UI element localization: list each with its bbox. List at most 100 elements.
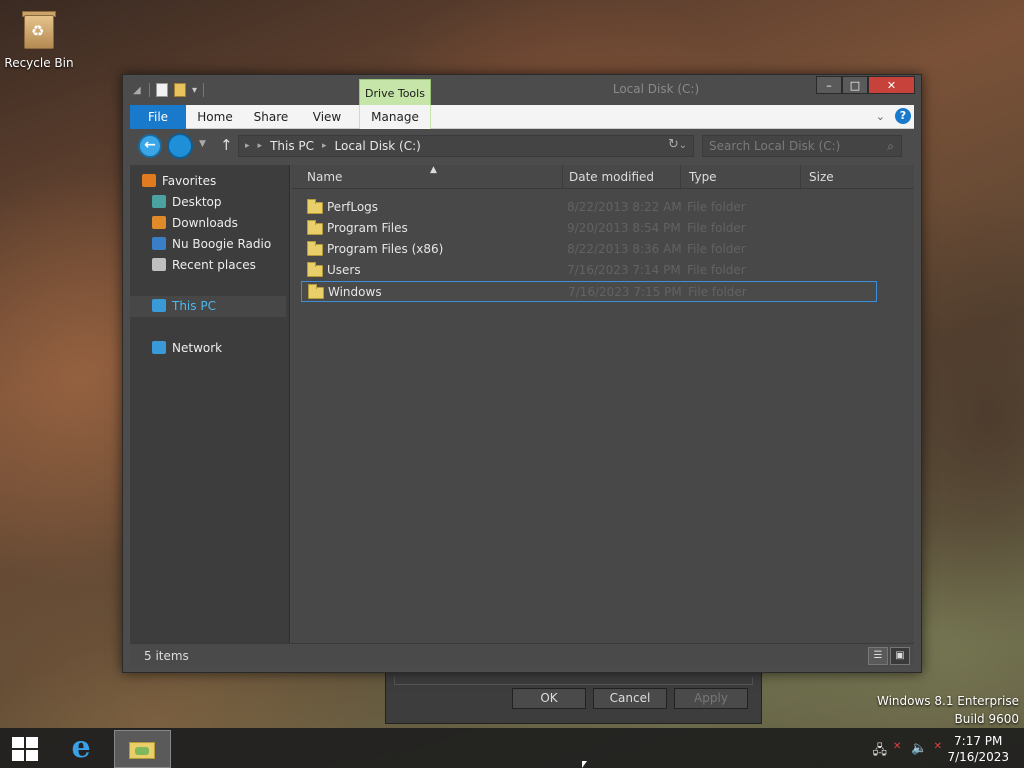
column-header-label: Name — [307, 170, 343, 184]
breadcrumb-separator-icon[interactable]: ▸ — [258, 136, 263, 156]
file-row-perflogs[interactable]: PerfLogs 8/22/2013 8:22 AM File folder — [301, 197, 877, 218]
favorites-star-icon — [142, 174, 156, 187]
address-dropdown-chevron-icon[interactable]: ⌄ — [679, 136, 687, 156]
nav-item-downloads[interactable]: Downloads — [152, 213, 308, 234]
back-arrow-icon[interactable]: ← — [138, 134, 162, 158]
file-name: PerfLogs — [327, 200, 379, 214]
folder-icon — [307, 199, 323, 214]
breadcrumb-separator-icon[interactable]: ▸ — [322, 136, 327, 156]
breadcrumb-local-disk[interactable]: Local Disk (C:) — [335, 136, 421, 156]
tab-home[interactable]: Home — [190, 105, 240, 129]
nav-item-label: This PC — [172, 299, 216, 313]
taskbar-clock[interactable]: 7:17 PM 7/16/2023 — [947, 733, 1009, 765]
nav-item-recent-places[interactable]: Recent places — [152, 255, 308, 276]
downloads-icon — [152, 216, 166, 229]
file-type: File folder — [687, 221, 746, 235]
tab-manage[interactable]: Manage — [359, 105, 431, 129]
file-type: File folder — [687, 242, 746, 256]
file-date: 7/16/2023 7:15 PM — [568, 285, 682, 299]
tab-view[interactable]: View — [304, 105, 350, 129]
file-name: Users — [327, 263, 361, 277]
ribbon-tab-bar: File Home Share View Manage ⌄ ? — [130, 105, 914, 129]
mouse-cursor-icon — [582, 761, 587, 768]
folder-icon — [307, 262, 323, 277]
refresh-icon[interactable]: ↻ — [668, 137, 679, 152]
address-bar[interactable]: ▸ ▸ This PC ▸ Local Disk (C:) ⌄ — [238, 135, 694, 157]
ok-button[interactable]: OK — [512, 688, 586, 709]
volume-icon[interactable]: 🔈 — [911, 741, 927, 763]
file-row-users[interactable]: Users 7/16/2023 7:14 PM File folder — [301, 260, 877, 281]
network-icon — [152, 341, 166, 354]
cancel-button[interactable]: Cancel — [593, 688, 667, 709]
column-header-row: Name ▲ Date modified Type Size — [291, 165, 914, 189]
internet-explorer-icon[interactable]: e — [62, 733, 100, 765]
volume-muted-icon: ✕ — [933, 741, 942, 752]
desktop-icon — [152, 195, 166, 208]
navigation-bar: ← ▼ ↑ ▸ ▸ This PC ▸ Local Disk (C:) ⌄ ↻ … — [130, 131, 914, 161]
breadcrumb-this-pc[interactable]: This PC — [270, 136, 314, 156]
column-header-name[interactable]: Name ▲ — [299, 165, 563, 189]
file-type: File folder — [687, 263, 746, 277]
nu-boogie-radio-icon — [152, 237, 166, 250]
item-count: 5 items — [144, 649, 189, 663]
nav-item-label: Nu Boogie Radio — [172, 237, 272, 251]
nav-item-desktop[interactable]: Desktop — [152, 192, 308, 213]
tab-file[interactable]: File — [130, 105, 186, 129]
recycle-bin-desktop-icon[interactable]: ♻ Recycle Bin — [4, 10, 74, 70]
recycle-bin-icon: ♻ — [22, 10, 56, 50]
search-icon[interactable]: ⌕ — [887, 136, 894, 156]
apply-button[interactable]: Apply — [674, 688, 748, 709]
recent-places-icon — [152, 258, 166, 271]
window-title: Local Disk (C:) — [612, 82, 700, 96]
up-arrow-icon[interactable]: ↑ — [220, 136, 233, 154]
file-type: File folder — [687, 200, 746, 214]
help-icon[interactable]: ? — [895, 108, 911, 124]
watermark-build: Build 9600 — [954, 712, 1019, 726]
file-explorer-icon — [129, 742, 155, 759]
start-button-windows-icon[interactable] — [12, 737, 38, 761]
file-date: 7/16/2023 7:14 PM — [567, 263, 681, 277]
folder-icon — [307, 241, 323, 256]
expand-ribbon-chevron-icon[interactable]: ⌄ — [876, 110, 885, 123]
search-input[interactable]: Search Local Disk (C:) ⌕ — [702, 135, 902, 157]
column-header-date[interactable]: Date modified — [561, 165, 681, 189]
details-view-icon[interactable]: ☰ — [868, 647, 888, 665]
search-placeholder: Search Local Disk (C:) — [709, 139, 841, 153]
nav-item-label: Favorites — [162, 174, 217, 188]
column-header-type[interactable]: Type — [681, 165, 801, 189]
close-button[interactable]: ✕ — [868, 76, 915, 94]
navigation-pane: Favorites Desktop Downloads Nu Boogie Ra… — [130, 165, 290, 643]
folder-icon — [307, 220, 323, 235]
file-explorer-taskbar-button[interactable] — [114, 730, 171, 768]
forward-arrow-icon[interactable] — [167, 133, 193, 159]
network-error-icon: ✕ — [893, 741, 902, 752]
nav-item-this-pc[interactable]: This PC — [130, 296, 286, 317]
computer-icon — [152, 299, 166, 312]
nav-item-nu-boogie-radio[interactable]: Nu Boogie Radio — [152, 234, 308, 255]
nav-item-label: Recent places — [172, 258, 256, 272]
large-icons-view-icon[interactable]: ▣ — [890, 647, 910, 665]
nav-item-network[interactable]: Network — [152, 338, 308, 359]
recycle-bin-label: Recycle Bin — [4, 56, 74, 70]
network-status-icon[interactable]: 🖧 — [873, 741, 888, 763]
maximize-button[interactable]: □ — [842, 76, 868, 94]
nav-item-label: Downloads — [172, 216, 238, 230]
file-name: Program Files (x86) — [327, 242, 444, 256]
file-explorer-window: ◢ ▾ Drive Tools Local Disk (C:) – □ ✕ Fi… — [122, 74, 922, 673]
title-bar[interactable]: ◢ ▾ Drive Tools Local Disk (C:) – □ ✕ — [123, 75, 921, 106]
file-row-program-files-x86[interactable]: Program Files (x86) 8/22/2013 8:36 AM Fi… — [301, 239, 877, 260]
nav-item-label: Desktop — [172, 195, 222, 209]
pc-location-icon: ▸ — [245, 141, 250, 151]
tab-share[interactable]: Share — [246, 105, 296, 129]
file-type: File folder — [688, 285, 747, 299]
file-row-program-files[interactable]: Program Files 9/20/2013 8:54 PM File fol… — [301, 218, 877, 239]
nav-item-favorites[interactable]: Favorites — [142, 171, 298, 192]
nav-item-label: Network — [172, 341, 223, 355]
minimize-button[interactable]: – — [816, 76, 842, 94]
column-header-size[interactable]: Size — [801, 165, 901, 189]
file-row-windows[interactable]: Windows 7/16/2023 7:15 PM File folder — [301, 281, 877, 302]
file-name: Program Files — [327, 221, 408, 235]
windows-edition-watermark: Windows 8.1 Enterprise Build 9600 — [877, 692, 1019, 728]
taskbar: e 🖧 ✕ 🔈 ✕ 7:17 PM 7/16/2023 — [0, 728, 1024, 768]
recent-locations-chevron-icon[interactable]: ▼ — [199, 139, 206, 149]
